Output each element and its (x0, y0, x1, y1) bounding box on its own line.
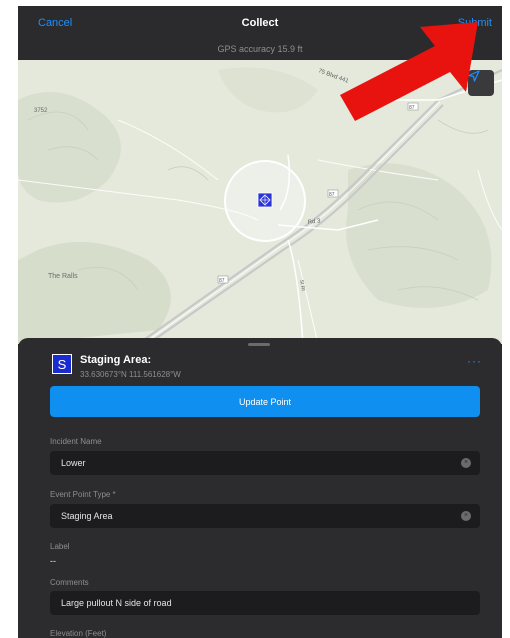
point-coordinates: 33.630673°N 111.561628°W (80, 370, 181, 379)
point-type-badge: S (52, 354, 72, 374)
submit-button[interactable]: Submit (458, 17, 492, 29)
update-point-button[interactable]: Update Point (50, 386, 480, 417)
navigation-arrow-icon (468, 70, 480, 82)
incident-name-label: Incident Name (50, 437, 102, 446)
map-label-road: 75 Blvd 441 (317, 68, 349, 85)
feature-sheet: S Staging Area: 33.630673°N 111.561628°W… (18, 338, 502, 638)
sheet-drag-handle[interactable] (248, 343, 270, 346)
map-label-route: 87 (329, 192, 335, 198)
map-canvas: 75 Blvd 441 87 87 87 Rd 3 St Rt The Rall… (18, 67, 502, 344)
current-location-button[interactable] (468, 70, 494, 96)
label-label: Label (50, 542, 70, 551)
map-label-route: 87 (409, 105, 415, 111)
clear-icon[interactable]: × (461, 511, 471, 521)
more-options-button[interactable]: ··· (467, 354, 482, 368)
app-window: Cancel Collect Submit GPS accuracy 15.9 … (18, 6, 502, 638)
incident-name-value: Lower (61, 458, 86, 468)
map-label-peak: 3752 (34, 108, 48, 114)
map-label-place: The Ralls (48, 273, 78, 280)
event-point-type-label: Event Point Type * (50, 490, 116, 499)
clear-icon[interactable]: × (461, 458, 471, 468)
gps-accuracy: GPS accuracy 15.9 ft (217, 44, 303, 54)
map-view[interactable]: 75 Blvd 441 87 87 87 Rd 3 St Rt The Rall… (18, 60, 502, 344)
point-title: Staging Area: (80, 354, 152, 366)
comments-value: Large pullout N side of road (61, 598, 172, 608)
page-title: Collect (241, 17, 279, 29)
map-label-route: 87 (219, 278, 225, 284)
label-value[interactable]: -- (50, 556, 56, 566)
elevation-label: Elevation (Feet) (50, 629, 107, 638)
nav-bar: Cancel Collect Submit GPS accuracy 15.9 … (18, 6, 502, 60)
comments-field[interactable]: Large pullout N side of road (50, 591, 480, 615)
comments-label: Comments (50, 578, 89, 587)
event-point-type-field[interactable]: Staging Area × (50, 504, 480, 528)
event-point-type-value: Staging Area (61, 511, 113, 521)
map-label-road: St Rt (298, 279, 306, 292)
staging-point-marker (257, 192, 273, 208)
incident-name-field[interactable]: Lower × (50, 451, 480, 475)
